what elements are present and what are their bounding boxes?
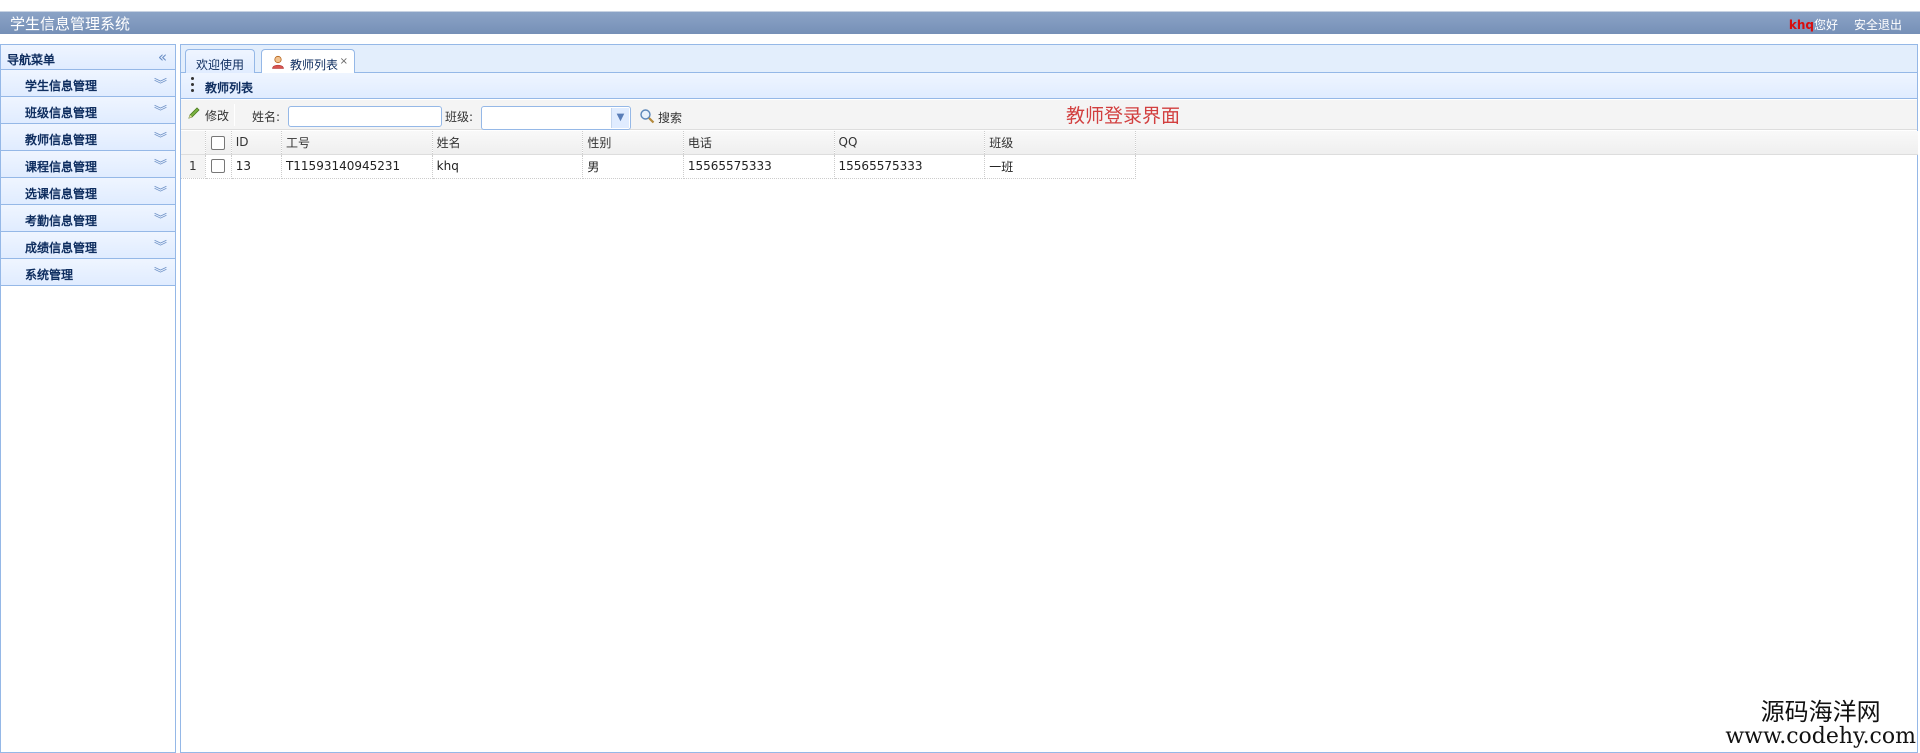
- app-title: 学生信息管理系统: [10, 15, 131, 33]
- teacher-table: ID 工号 姓名 性别 电话 QQ 班级 1 13 T1159314094523…: [181, 131, 1136, 179]
- row-select-cell: [205, 154, 232, 179]
- sidebar-item-label: 考勤信息管理: [25, 214, 98, 228]
- tab-label: 教师列表: [290, 58, 339, 72]
- cell-id: 13: [231, 154, 282, 179]
- expand-double-down-icon: ︾: [153, 132, 167, 147]
- column-header[interactable]: 姓名: [432, 131, 584, 155]
- expand-double-down-icon: ︾: [153, 186, 167, 201]
- column-header[interactable]: QQ: [834, 131, 986, 155]
- sidebar-item-label: 成绩信息管理: [25, 241, 98, 255]
- sidebar-item-system[interactable]: 系统管理 ︾: [1, 259, 175, 286]
- name-label: 姓名:: [252, 110, 281, 124]
- expand-double-down-icon: ︾: [153, 78, 167, 93]
- column-header[interactable]: 电话: [683, 131, 835, 155]
- tab-bar: 欢迎使用 教师列表 ×: [181, 44, 1917, 75]
- table-row[interactable]: 1 13 T11593140945231 khq 男 15565575333 1…: [181, 154, 1136, 179]
- sidebar-item-grades[interactable]: 成绩信息管理 ︾: [1, 232, 175, 259]
- vertical-dots-icon: [191, 77, 195, 95]
- watermark-line2: www.codehy.com: [1725, 724, 1916, 749]
- top-strip: [0, 0, 1920, 12]
- sidebar-item-label: 教师信息管理: [25, 133, 98, 147]
- name-search-input[interactable]: [288, 106, 442, 127]
- search-label: 搜索: [658, 111, 683, 125]
- user-greeting: khq您好: [1789, 16, 1838, 33]
- sidebar-item-class[interactable]: 班级信息管理 ︾: [1, 97, 175, 124]
- sidebar-item-attendance[interactable]: 考勤信息管理 ︾: [1, 205, 175, 232]
- tab-teacher-list[interactable]: 教师列表 ×: [261, 49, 355, 75]
- column-header[interactable]: 班级: [984, 131, 1136, 155]
- sidebar-item-label: 学生信息管理: [25, 79, 98, 93]
- sidebar-item-label: 课程信息管理: [25, 160, 98, 174]
- search-icon: [640, 109, 655, 124]
- main-panel: 欢迎使用 教师列表 × 教师列表 修改 姓名: 班级: ▼ 搜索 ID 工号 姓…: [180, 44, 1918, 753]
- cell-gender: 男: [582, 154, 684, 179]
- sidebar-header: 导航菜单 «: [1, 45, 175, 70]
- app-header: 学生信息管理系统 khq您好 安全退出: [0, 12, 1920, 34]
- logout-link[interactable]: 安全退出: [1854, 16, 1902, 33]
- cell-staff-no: T11593140945231: [281, 154, 433, 179]
- toolbar: 修改 姓名: 班级: ▼ 搜索: [181, 100, 1917, 130]
- class-select[interactable]: ▼: [481, 106, 631, 130]
- panel-header: 教师列表: [181, 73, 1917, 99]
- annotation-text: 教师登录界面: [1066, 105, 1181, 127]
- username: khq: [1788, 18, 1814, 32]
- row-number-header: [181, 131, 206, 155]
- column-header[interactable]: ID: [231, 131, 282, 155]
- expand-double-down-icon: ︾: [153, 213, 167, 228]
- watermark-line1: 源码海洋网: [1760, 698, 1881, 726]
- cell-class: 一班: [984, 154, 1136, 179]
- sidebar-item-teacher[interactable]: 教师信息管理 ︾: [1, 124, 175, 151]
- grid-header-filler: [1136, 131, 1918, 155]
- row-checkbox[interactable]: [211, 159, 226, 174]
- row-number: 1: [181, 154, 206, 179]
- sidebar-item-label: 班级信息管理: [25, 106, 98, 120]
- column-header[interactable]: 性别: [582, 131, 684, 155]
- watermark: 源码海洋网 www.codehy.com: [1725, 699, 1916, 749]
- panel-title: 教师列表: [205, 81, 254, 95]
- sidebar-item-label: 系统管理: [25, 268, 74, 282]
- expand-double-down-icon: ︾: [153, 159, 167, 174]
- expand-double-down-icon: ︾: [153, 240, 167, 255]
- sidebar-item-enrollment[interactable]: 选课信息管理 ︾: [1, 178, 175, 205]
- column-header[interactable]: 工号: [281, 131, 433, 155]
- sidebar-item-course[interactable]: 课程信息管理 ︾: [1, 151, 175, 178]
- sidebar: 导航菜单 « 学生信息管理 ︾ 班级信息管理 ︾ 教师信息管理 ︾ 课程信息管理…: [0, 44, 176, 753]
- collapse-double-left-icon[interactable]: «: [158, 48, 167, 66]
- sidebar-title: 导航菜单: [7, 53, 56, 67]
- table-header-row: ID 工号 姓名 性别 电话 QQ 班级: [181, 131, 1136, 155]
- tab-welcome[interactable]: 欢迎使用: [185, 49, 255, 74]
- chevron-down-icon[interactable]: ▼: [611, 108, 629, 128]
- pencil-icon: [188, 107, 200, 119]
- select-all-checkbox[interactable]: [211, 135, 226, 150]
- sidebar-item-label: 选课信息管理: [25, 187, 98, 201]
- toolbar-divider: [234, 104, 235, 126]
- expand-double-down-icon: ︾: [153, 105, 167, 120]
- select-all-cell: [205, 131, 232, 155]
- sidebar-item-student[interactable]: 学生信息管理 ︾: [1, 70, 175, 97]
- tab-label: 欢迎使用: [196, 58, 245, 72]
- class-label: 班级:: [445, 110, 474, 124]
- user-icon: [272, 55, 284, 69]
- close-icon[interactable]: ×: [340, 56, 348, 67]
- edit-label: 修改: [205, 109, 230, 123]
- expand-double-down-icon: ︾: [153, 267, 167, 282]
- cell-phone: 15565575333: [683, 154, 835, 179]
- greeting-text: 您好: [1813, 18, 1838, 32]
- cell-name: khq: [432, 154, 584, 179]
- cell-qq: 15565575333: [834, 154, 986, 179]
